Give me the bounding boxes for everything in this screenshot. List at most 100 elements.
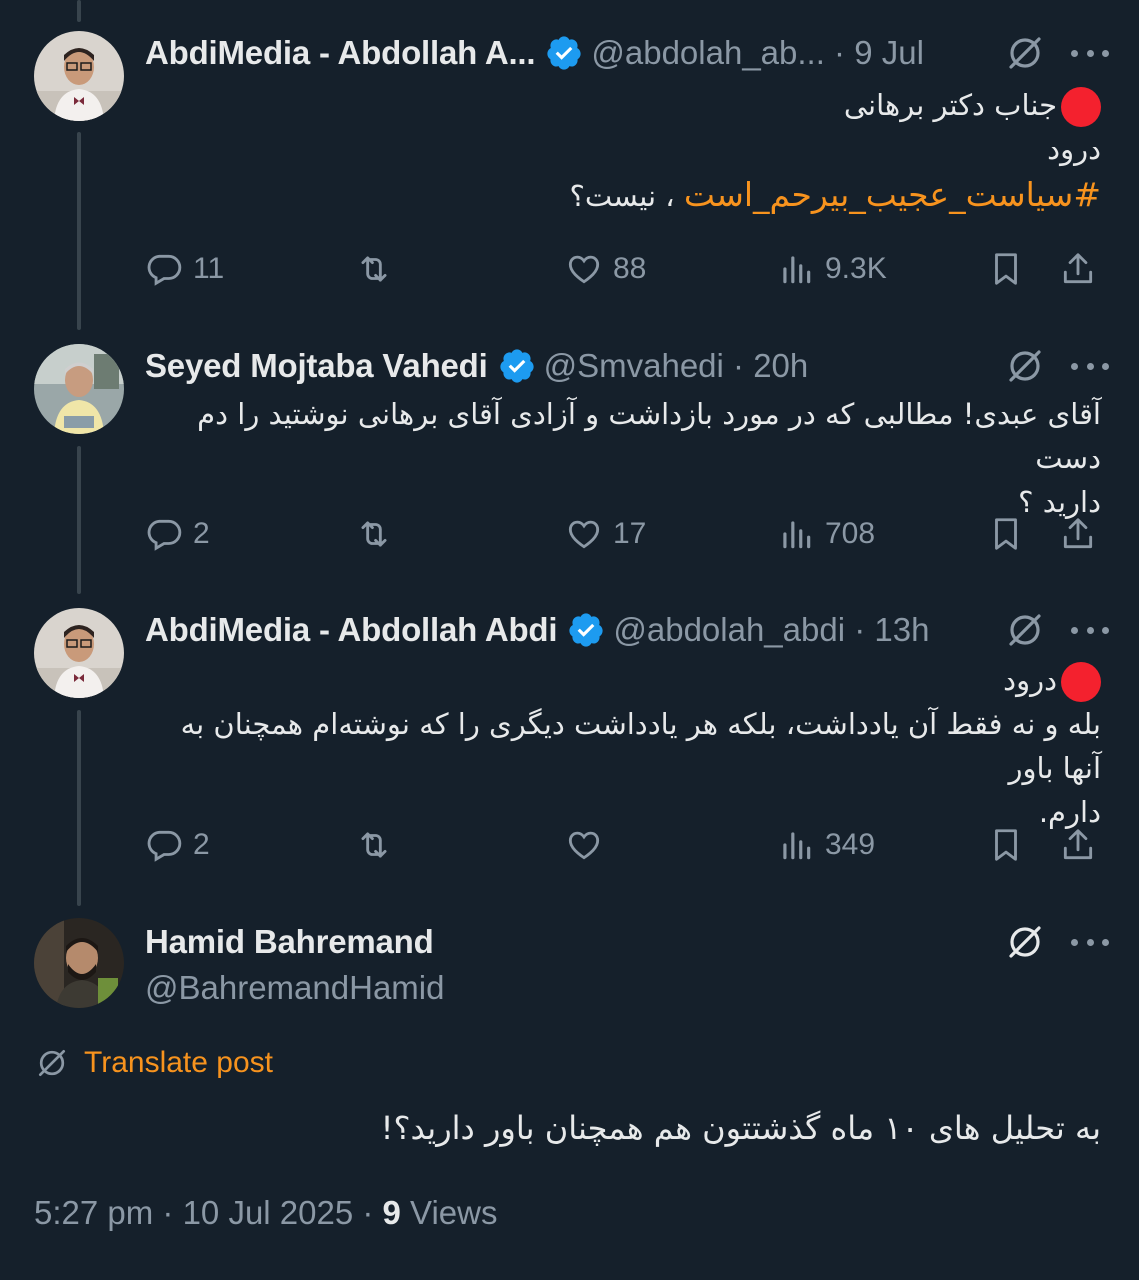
more-icon[interactable] (1071, 48, 1109, 58)
more-icon[interactable] (1071, 937, 1109, 947)
retweet-icon (361, 832, 387, 858)
like-button[interactable]: 17 (565, 512, 646, 556)
grok-icon[interactable] (1005, 33, 1045, 73)
timestamp-text: 5:27 pm · 10 Jul 2025 · (34, 1194, 383, 1231)
bookmark-button[interactable] (987, 823, 1025, 867)
share-button[interactable] (1059, 512, 1097, 556)
share-button[interactable] (1059, 247, 1097, 291)
views-label: Views (400, 1194, 498, 1231)
author-name[interactable]: AbdiMedia - Abdollah Abdi (145, 611, 558, 649)
views-icon (783, 832, 811, 860)
bookmark-icon (995, 253, 1017, 285)
tweet-time[interactable]: 13h (874, 611, 929, 649)
verified-badge-icon (500, 349, 534, 383)
like-icon (568, 520, 600, 549)
reply-count: 2 (193, 828, 210, 861)
bookmark-icon (995, 518, 1017, 550)
views-icon (783, 256, 811, 284)
avatar[interactable] (34, 918, 124, 1008)
tweet-time[interactable]: 20h (753, 347, 808, 385)
thread-line (77, 0, 81, 22)
translate-icon (38, 1049, 66, 1077)
tweet-line: آقای عبدی! مطالبی که در مورد بازداشت و آ… (197, 397, 1101, 475)
like-icon (568, 255, 600, 284)
view-count: 708 (825, 517, 876, 550)
like-icon (568, 831, 600, 860)
tweet-timestamp[interactable]: 5:27 pm · 10 Jul 2025 · 9 Views (34, 1194, 498, 1232)
author-handle[interactable]: @Smvahedi (544, 347, 724, 385)
thread-line (77, 446, 81, 594)
red-circle-emoji (1061, 87, 1101, 127)
like-button[interactable] (565, 823, 613, 867)
author-handle[interactable]: @BahremandHamid (145, 969, 444, 1007)
view-count: 349 (825, 828, 876, 861)
tweet-line-text: درود (1003, 663, 1057, 697)
separator-dot: · (845, 611, 875, 648)
retweet-button[interactable] (355, 512, 403, 556)
reply-button[interactable]: 2 (145, 512, 210, 556)
share-icon (1063, 829, 1093, 860)
grok-icon[interactable] (1005, 610, 1045, 650)
avatar[interactable] (34, 31, 124, 121)
views-button[interactable]: 708 (777, 512, 875, 556)
grok-icon[interactable] (1005, 346, 1045, 386)
author-name[interactable]: AbdiMedia - Abdollah A... (145, 34, 536, 72)
share-icon (1063, 253, 1093, 284)
retweet-button[interactable] (355, 247, 403, 291)
reply-count: 2 (193, 517, 210, 550)
verified-badge-icon (569, 613, 603, 647)
grok-icon[interactable] (1005, 922, 1045, 962)
tweet-time[interactable]: 9 Jul (854, 34, 924, 72)
views-button[interactable]: 349 (777, 823, 875, 867)
reply-button[interactable]: 2 (145, 823, 210, 867)
tweet-line: درود (1047, 132, 1101, 166)
reply-button[interactable]: 11 (145, 247, 224, 291)
tweet-line: بله و نه فقط آن یادداشت، بلکه هر یادداشت… (180, 707, 1101, 785)
bookmark-button[interactable] (987, 512, 1025, 556)
views-icon (783, 521, 811, 549)
red-circle-emoji (1061, 662, 1101, 702)
tweet-line: درود (145, 658, 1101, 702)
like-button[interactable]: 88 (565, 247, 646, 291)
tweet-line: #سیاست_عجیب_بیرحم_است ، نیست؟ (145, 173, 1101, 218)
like-count: 88 (613, 252, 647, 285)
like-count: 17 (613, 517, 647, 550)
translate-post-link[interactable]: Translate post (84, 1046, 273, 1080)
reply-count: 11 (193, 252, 225, 285)
thread-line (77, 710, 81, 906)
retweet-button[interactable] (355, 823, 403, 867)
hashtag-link[interactable]: #سیاست_عجیب_بیرحم_است (684, 175, 1101, 214)
action-bar: 11 88 9.3K (145, 247, 1105, 291)
reply-icon (147, 830, 182, 862)
author-name[interactable]: Seyed Mojtaba Vahedi (145, 347, 488, 385)
view-count: 9.3K (825, 252, 887, 285)
thread-line (77, 132, 81, 330)
author-handle[interactable]: @abdolah_abdi (613, 611, 845, 649)
action-bar: 2 17 708 (145, 512, 1105, 556)
author-handle[interactable]: @abdolah_ab... (591, 34, 825, 72)
views-count: 9 (382, 1194, 401, 1231)
reply-icon (147, 519, 182, 551)
avatar[interactable] (34, 608, 124, 698)
tweet-line: جناب دکتر برهانی (145, 83, 1101, 127)
separator-dot: · (723, 347, 754, 384)
share-icon (1063, 518, 1093, 549)
translate-row[interactable]: Translate post (34, 1043, 273, 1083)
retweet-icon (361, 256, 387, 282)
views-button[interactable]: 9.3K (777, 247, 887, 291)
author-name[interactable]: Hamid Bahremand (145, 923, 434, 961)
verified-badge-icon (547, 36, 581, 70)
more-icon[interactable] (1071, 361, 1109, 371)
avatar[interactable] (34, 344, 124, 434)
tweet-line-text: ، نیست؟ (569, 179, 684, 213)
more-icon[interactable] (1071, 625, 1109, 635)
tweet-line-text: جناب دکتر برهانی (843, 88, 1057, 122)
main-tweet-text: به تحلیل های ۱۰ ماه گذشتتون هم همچنان با… (380, 1109, 1101, 1147)
action-bar: 2 349 (145, 823, 1105, 867)
reply-icon (147, 254, 182, 286)
bookmark-button[interactable] (987, 247, 1025, 291)
share-button[interactable] (1059, 823, 1097, 867)
separator-dot: · (824, 34, 855, 71)
bookmark-icon (995, 829, 1017, 861)
retweet-icon (361, 521, 387, 547)
